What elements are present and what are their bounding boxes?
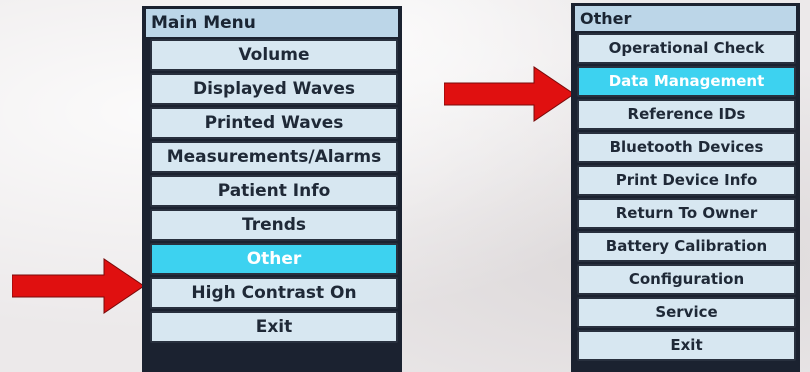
main-menu-screen: Main Menu Volume Displayed Waves Printed… [142, 6, 402, 372]
menu-item-displayed-waves[interactable]: Displayed Waves [150, 73, 398, 105]
menu-item-trends[interactable]: Trends [150, 209, 398, 241]
menu-item-operational-check[interactable]: Operational Check [577, 33, 796, 64]
main-menu-list: Volume Displayed Waves Printed Waves Mea… [146, 39, 398, 343]
right-arrow-icon [12, 258, 145, 314]
menu-item-print-device-info[interactable]: Print Device Info [577, 165, 796, 196]
menu-item-exit[interactable]: Exit [150, 311, 398, 343]
other-menu-list: Operational Check Data Management Refere… [575, 33, 796, 361]
other-menu-screen: Other Operational Check Data Management … [571, 3, 800, 372]
menu-item-configuration[interactable]: Configuration [577, 264, 796, 295]
menu-item-other[interactable]: Other [150, 243, 398, 275]
menu-item-patient-info[interactable]: Patient Info [150, 175, 398, 207]
menu-item-service[interactable]: Service [577, 297, 796, 328]
right-arrow-icon [444, 66, 575, 122]
menu-item-data-management[interactable]: Data Management [577, 66, 796, 97]
menu-item-return-to-owner[interactable]: Return To Owner [577, 198, 796, 229]
other-menu-title: Other [575, 6, 796, 31]
menu-item-exit[interactable]: Exit [577, 330, 796, 361]
main-menu-title: Main Menu [146, 9, 398, 37]
menu-item-battery-calibration[interactable]: Battery Calibration [577, 231, 796, 262]
menu-item-printed-waves[interactable]: Printed Waves [150, 107, 398, 139]
menu-item-volume[interactable]: Volume [150, 39, 398, 71]
menu-item-measurements-alarms[interactable]: Measurements/Alarms [150, 141, 398, 173]
menu-item-bluetooth-devices[interactable]: Bluetooth Devices [577, 132, 796, 163]
menu-item-reference-ids[interactable]: Reference IDs [577, 99, 796, 130]
menu-item-high-contrast-on[interactable]: High Contrast On [150, 277, 398, 309]
